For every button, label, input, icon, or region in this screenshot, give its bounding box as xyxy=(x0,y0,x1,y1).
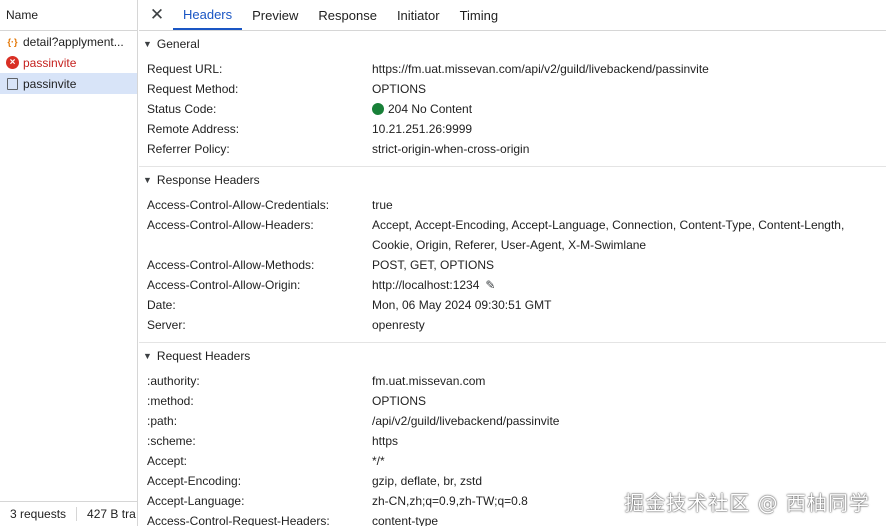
tab-headers[interactable]: Headers xyxy=(173,0,243,30)
document-icon xyxy=(6,77,19,90)
status-code-value[interactable]: 204 No Content xyxy=(372,99,886,119)
request-item-passinvite-selected[interactable]: passinvite xyxy=(0,73,137,94)
response-headers-section-header[interactable]: ▼ Response Headers xyxy=(139,167,886,193)
header-row: Server: openresty xyxy=(139,315,886,335)
request-headers-section-header[interactable]: ▼ Request Headers xyxy=(139,343,886,369)
header-key: Access-Control-Allow-Credentials: xyxy=(147,198,330,212)
header-key: Server: xyxy=(147,318,186,332)
header-key: Status Code: xyxy=(147,102,217,116)
header-row: Accept: */* xyxy=(139,451,886,471)
request-list-panel: Name {·} detail?applyment... × passinvit… xyxy=(0,0,138,526)
tab-initiator[interactable]: Initiator xyxy=(387,0,450,30)
request-label: detail?applyment... xyxy=(23,34,124,49)
request-label: passinvite xyxy=(23,76,77,91)
allow-origin-value[interactable]: http://localhost:1234 ✎ xyxy=(372,275,886,295)
header-value[interactable]: Mon, 06 May 2024 09:30:51 GMT xyxy=(372,295,886,315)
tab-timing[interactable]: Timing xyxy=(450,0,509,30)
request-label: passinvite xyxy=(23,55,77,70)
header-key: Request URL: xyxy=(147,62,223,76)
header-row: Access-Control-Allow-Origin: http://loca… xyxy=(139,275,886,295)
name-column-header[interactable]: Name xyxy=(0,0,137,31)
footer-divider xyxy=(76,507,78,521)
tab-preview[interactable]: Preview xyxy=(242,0,308,30)
triangle-down-icon: ▼ xyxy=(143,351,152,361)
response-headers-section: ▼ Response Headers Access-Control-Allow-… xyxy=(139,167,886,343)
header-value[interactable]: https://fm.uat.missevan.com/api/v2/guild… xyxy=(372,59,886,79)
general-section: ▼ General Request URL: https://fm.uat.mi… xyxy=(139,31,886,167)
section-title: Response Headers xyxy=(156,173,260,187)
json-icon: {·} xyxy=(7,36,18,47)
header-value[interactable]: OPTIONS xyxy=(372,79,886,99)
triangle-down-icon: ▼ xyxy=(143,175,152,185)
general-section-header[interactable]: ▼ General xyxy=(139,31,886,57)
header-row: Status Code: 204 No Content xyxy=(139,99,886,119)
section-title: General xyxy=(156,37,200,51)
header-value[interactable]: strict-origin-when-cross-origin xyxy=(372,139,886,159)
header-value[interactable]: true xyxy=(372,195,886,215)
header-key: Date: xyxy=(147,298,176,312)
header-row: Access-Control-Allow-Credentials: true xyxy=(139,195,886,215)
status-text: 204 No Content xyxy=(388,102,473,116)
header-row: Access-Control-Allow-Methods: POST, GET,… xyxy=(139,255,886,275)
header-value[interactable]: fm.uat.missevan.com xyxy=(372,371,886,391)
header-value[interactable]: POST, GET, OPTIONS xyxy=(372,255,886,275)
header-key: :method: xyxy=(147,394,194,408)
watermark: 掘金技术社区 @ 西柚同学 xyxy=(624,491,870,515)
header-row: Request URL: https://fm.uat.missevan.com… xyxy=(139,59,886,79)
header-key: Accept: xyxy=(147,454,188,468)
request-item-detail[interactable]: {·} detail?applyment... xyxy=(0,31,137,52)
header-value[interactable]: */* xyxy=(372,451,886,471)
header-key: Access-Control-Request-Headers: xyxy=(147,514,330,526)
header-value[interactable]: Accept, Accept-Encoding, Accept-Language… xyxy=(372,215,886,255)
transferred-size: 427 B tra xyxy=(87,507,136,521)
section-title: Request Headers xyxy=(156,349,251,363)
header-row: :method: OPTIONS xyxy=(139,391,886,411)
header-key: Request Method: xyxy=(147,82,239,96)
header-row: Date: Mon, 06 May 2024 09:30:51 GMT xyxy=(139,295,886,315)
header-value[interactable]: openresty xyxy=(372,315,886,335)
error-icon: × xyxy=(6,56,19,69)
header-key: Accept-Language: xyxy=(147,494,245,508)
header-row: :authority: fm.uat.missevan.com xyxy=(139,371,886,391)
header-value[interactable]: https xyxy=(372,431,886,451)
header-key: :scheme: xyxy=(147,434,196,448)
header-row: :path: /api/v2/guild/livebackend/passinv… xyxy=(139,411,886,431)
header-row: Remote Address: 10.21.251.26:9999 xyxy=(139,119,886,139)
header-key: :authority: xyxy=(147,374,200,388)
header-key: Access-Control-Allow-Methods: xyxy=(147,258,315,272)
header-key: Accept-Encoding: xyxy=(147,474,242,488)
header-value[interactable]: OPTIONS xyxy=(372,391,886,411)
header-value: http://localhost:1234 xyxy=(372,278,480,292)
header-row: Referrer Policy: strict-origin-when-cros… xyxy=(139,139,886,159)
header-row: Access-Control-Allow-Headers: Accept, Ac… xyxy=(139,215,886,255)
header-row: :scheme: https xyxy=(139,431,886,451)
request-count: 3 requests xyxy=(10,507,67,521)
header-row: Request Method: OPTIONS xyxy=(139,79,886,99)
request-details-panel: ✕ Headers Preview Response Initiator Tim… xyxy=(139,0,886,526)
header-key: Referrer Policy: xyxy=(147,142,230,156)
status-footer: 3 requests 427 B tra xyxy=(0,501,137,526)
pencil-icon[interactable]: ✎ xyxy=(485,275,495,295)
header-key: Remote Address: xyxy=(147,122,240,136)
header-key: Access-Control-Allow-Origin: xyxy=(147,278,301,292)
header-key: Access-Control-Allow-Headers: xyxy=(147,218,314,232)
header-value[interactable]: /api/v2/guild/livebackend/passinvite xyxy=(372,411,886,431)
details-tabbar: ✕ Headers Preview Response Initiator Tim… xyxy=(139,0,886,31)
tab-response[interactable]: Response xyxy=(308,0,387,30)
header-key: :path: xyxy=(147,414,178,428)
triangle-down-icon: ▼ xyxy=(143,39,152,49)
request-item-passinvite-error[interactable]: × passinvite xyxy=(0,52,137,73)
header-value[interactable]: 10.21.251.26:9999 xyxy=(372,119,886,139)
close-icon[interactable]: ✕ xyxy=(147,0,167,30)
status-dot-icon xyxy=(372,103,384,115)
